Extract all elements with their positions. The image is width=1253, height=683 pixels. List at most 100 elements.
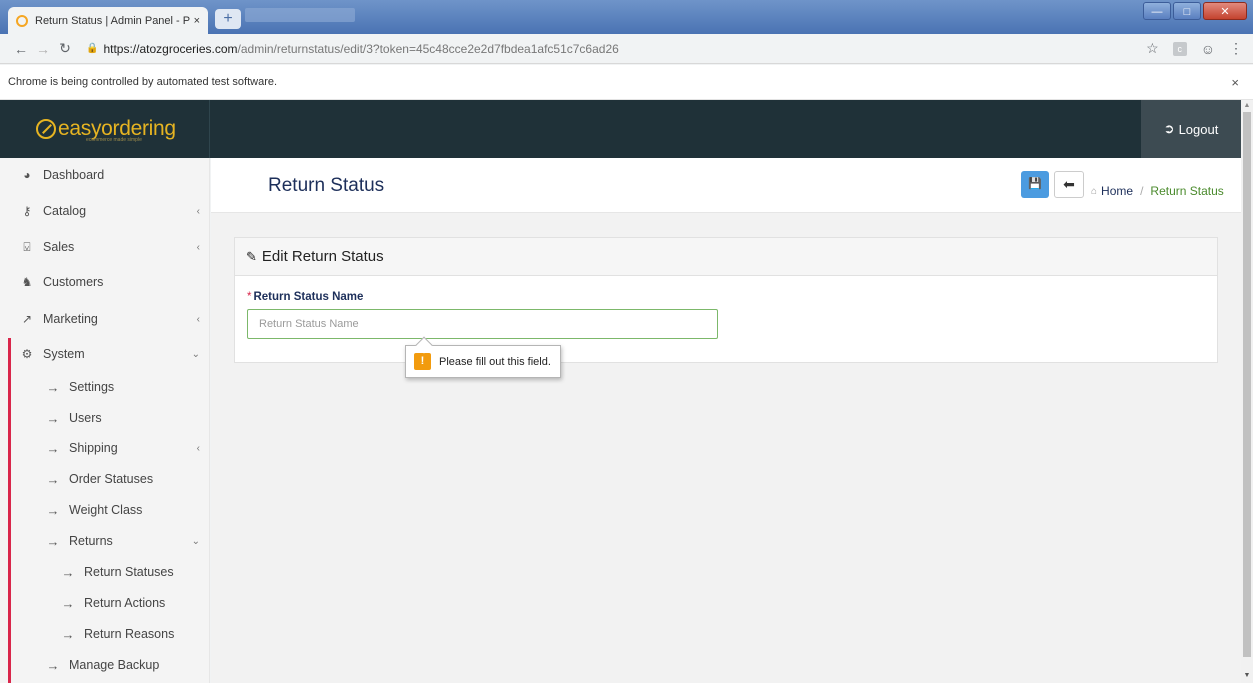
page-scrollbar[interactable]: ▲ ▼: [1241, 100, 1253, 683]
url-path: /admin/returnstatus/edit/3?token=45c48cc…: [237, 41, 619, 56]
arrow-right-icon: →: [46, 410, 60, 426]
arrow-right-icon: →: [46, 533, 60, 549]
lock-icon: 🔒: [86, 43, 99, 54]
sidebar-item-order-statuses[interactable]: → Order Statuses: [0, 464, 210, 494]
edit-panel: ✎ Edit Return Status * Return Status Name: [234, 237, 1218, 363]
sidebar-item-label: Weight Class: [69, 503, 143, 517]
back-button[interactable]: ⬅: [1054, 171, 1084, 198]
scroll-up-icon[interactable]: ▲: [1241, 100, 1253, 112]
logout-icon: ➲: [1163, 121, 1175, 136]
browser-titlebar: Return Status | Admin Panel - Po × + — □…: [0, 0, 1253, 34]
logo-ring-icon: [36, 119, 56, 139]
share-icon: ↗: [21, 312, 33, 326]
arrow-right-icon: →: [61, 626, 75, 642]
url-domain: https://atozgroceries.com: [103, 41, 238, 56]
sidebar-item-label: Returns: [69, 534, 113, 548]
tag-icon: ⚷: [22, 204, 32, 218]
bookmark-star-icon[interactable]: ☆: [1146, 40, 1159, 57]
pencil-icon: ✎: [246, 248, 257, 264]
sidebar-item-catalog[interactable]: ⚷ Catalog ‹: [0, 196, 210, 226]
sidebar-item-returns[interactable]: → Returns ⌄: [0, 526, 210, 556]
dashboard-icon: ◕: [23, 168, 31, 182]
warning-icon: !: [414, 353, 431, 370]
sidebar-item-return-reasons[interactable]: → Return Reasons: [0, 619, 210, 649]
sidebar-item-manage-backup[interactable]: → Manage Backup: [0, 650, 210, 680]
sidebar-item-label: System: [43, 347, 85, 361]
home-icon: ⌂: [1091, 185, 1098, 197]
app-header: easyordering ecommerce made simple ➲ Log…: [0, 100, 1241, 158]
chevron-left-icon: ‹: [196, 241, 200, 253]
forward-arrow-icon[interactable]: →: [32, 41, 54, 57]
address-bar: ← → ↻ 🔒 https://atozgroceries.com/admin/…: [0, 34, 1253, 64]
breadcrumb: ⌂ Home / Return Status: [1091, 184, 1224, 198]
breadcrumb-separator: /: [1140, 184, 1144, 198]
sidebar-item-label: Manage Backup: [69, 658, 160, 672]
tab-close-icon[interactable]: ×: [194, 15, 200, 27]
logo[interactable]: easyordering ecommerce made simple: [0, 100, 210, 158]
favicon-icon: [16, 14, 28, 27]
sidebar-item-weight-class[interactable]: → Weight Class: [0, 495, 210, 525]
url-field[interactable]: https://atozgroceries.com/admin/returnst…: [103, 42, 1146, 56]
return-status-name-input[interactable]: [247, 309, 718, 339]
required-marker: *: [247, 291, 252, 303]
infobar-close-icon[interactable]: ×: [1231, 75, 1239, 90]
save-button[interactable]: 💾: [1021, 171, 1049, 198]
return-status-name-label: * Return Status Name: [247, 291, 363, 303]
chevron-left-icon: ‹: [196, 205, 200, 217]
sidebar-item-dashboard[interactable]: ◕ Dashboard: [0, 160, 210, 190]
sidebar-item-users[interactable]: → Users: [0, 403, 210, 433]
reload-icon[interactable]: ↻: [54, 40, 76, 57]
minimize-button[interactable]: —: [1143, 2, 1171, 20]
cart-icon: ⍌: [23, 239, 31, 254]
sidebar-item-label: Dashboard: [43, 168, 105, 182]
logout-button[interactable]: ➲ Logout: [1141, 100, 1241, 158]
floppy-disk-icon: 💾: [1028, 178, 1042, 190]
page-header: Return Status 💾 ⬅ ⌂ Home / Return Status: [211, 158, 1241, 213]
sidebar-item-label: Settings: [69, 380, 115, 394]
blurred-tab-strip: [245, 8, 355, 22]
sidebar-item-return-actions[interactable]: → Return Actions: [0, 588, 210, 618]
scroll-thumb[interactable]: [1243, 112, 1251, 657]
page-title: Return Status: [268, 175, 385, 196]
sidebar-item-label: Customers: [43, 275, 104, 289]
sidebar-item-sales[interactable]: ⍌ Sales ‹: [0, 232, 210, 262]
sidebar-item-return-statuses[interactable]: → Return Statuses: [0, 557, 210, 587]
panel-title: Edit Return Status: [261, 248, 384, 265]
arrow-right-icon: →: [61, 564, 75, 580]
sidebar-item-customers[interactable]: ♞ Customers: [0, 267, 210, 297]
chevron-down-icon: ⌄: [191, 348, 200, 360]
sidebar-item-system[interactable]: ⚙ System ⌄: [0, 339, 210, 369]
new-tab-button[interactable]: +: [215, 9, 241, 29]
back-arrow-icon[interactable]: ←: [10, 41, 32, 57]
sidebar-item-label: Marketing: [43, 312, 98, 326]
validation-tooltip: ! Please fill out this field.: [405, 345, 561, 378]
sidebar-item-label: Return Reasons: [84, 627, 175, 641]
breadcrumb-current[interactable]: Return Status: [1150, 184, 1223, 198]
tab-title: Return Status | Admin Panel - Po: [35, 14, 190, 27]
window-close-button[interactable]: ✕: [1203, 2, 1247, 20]
sidebar-item-label: Shipping: [69, 441, 118, 455]
sidebar-item-label: Sales: [43, 240, 75, 254]
infobar-text: Chrome is being controlled by automated …: [8, 76, 278, 88]
browser-tab[interactable]: Return Status | Admin Panel - Po ×: [8, 7, 208, 34]
breadcrumb-home[interactable]: Home: [1101, 184, 1133, 198]
chevron-left-icon: ‹: [196, 313, 200, 325]
maximize-button[interactable]: □: [1173, 2, 1201, 20]
sidebar-item-marketing[interactable]: ↗ Marketing ‹: [0, 304, 210, 334]
scroll-down-icon[interactable]: ▼: [1241, 670, 1253, 682]
gear-icon: ⚙: [21, 347, 33, 361]
arrow-right-icon: →: [61, 595, 75, 611]
arrow-right-icon: →: [46, 471, 60, 487]
panel-header: ✎ Edit Return Status: [235, 238, 1217, 276]
menu-kebab-icon[interactable]: ⋮: [1229, 40, 1243, 57]
sidebar-item-label: Return Actions: [84, 596, 166, 610]
field-label-text: Return Status Name: [253, 291, 364, 303]
extension-icon[interactable]: c: [1172, 41, 1187, 56]
sidebar-item-label: Return Statuses: [84, 565, 174, 579]
sidebar-item-shipping[interactable]: → Shipping ‹: [0, 433, 210, 463]
sidebar-item-settings[interactable]: → Settings: [0, 372, 210, 402]
arrow-right-icon: →: [46, 440, 60, 456]
profile-icon[interactable]: ☺: [1201, 41, 1215, 57]
validation-message: Please fill out this field.: [439, 355, 551, 368]
reply-arrow-icon: ⬅: [1063, 176, 1075, 192]
